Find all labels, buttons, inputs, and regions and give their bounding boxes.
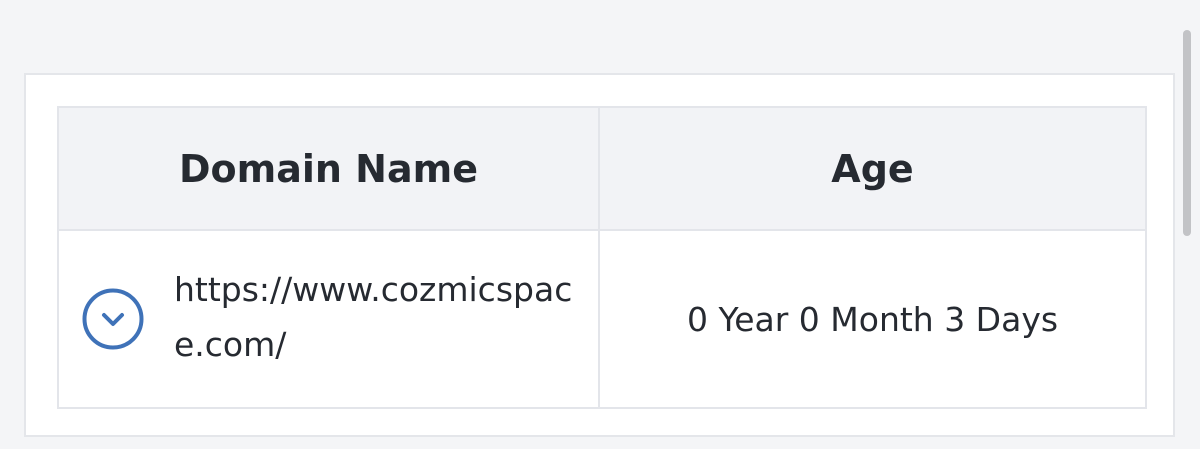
domain-age-table: Domain Name Age https://www.cozmicspace.… <box>57 106 1147 409</box>
domain-url: https://www.cozmicspace.com/ <box>174 270 573 364</box>
chevron-down-circle-icon[interactable] <box>82 288 144 350</box>
domain-name-header: Domain Name <box>57 106 600 231</box>
table-row: https://www.cozmicspace.com/ 0 Year 0 Mo… <box>57 229 1147 409</box>
age-cell: 0 Year 0 Month 3 Days <box>598 229 1147 409</box>
age-header: Age <box>598 106 1147 231</box>
results-card: Domain Name Age https://www.cozmicspace.… <box>24 73 1175 437</box>
domain-cell: https://www.cozmicspace.com/ <box>57 229 600 409</box>
page: Domain Name Age https://www.cozmicspace.… <box>0 0 1200 449</box>
table-header-row: Domain Name Age <box>57 106 1147 231</box>
vertical-scrollbar[interactable] <box>1183 30 1191 236</box>
